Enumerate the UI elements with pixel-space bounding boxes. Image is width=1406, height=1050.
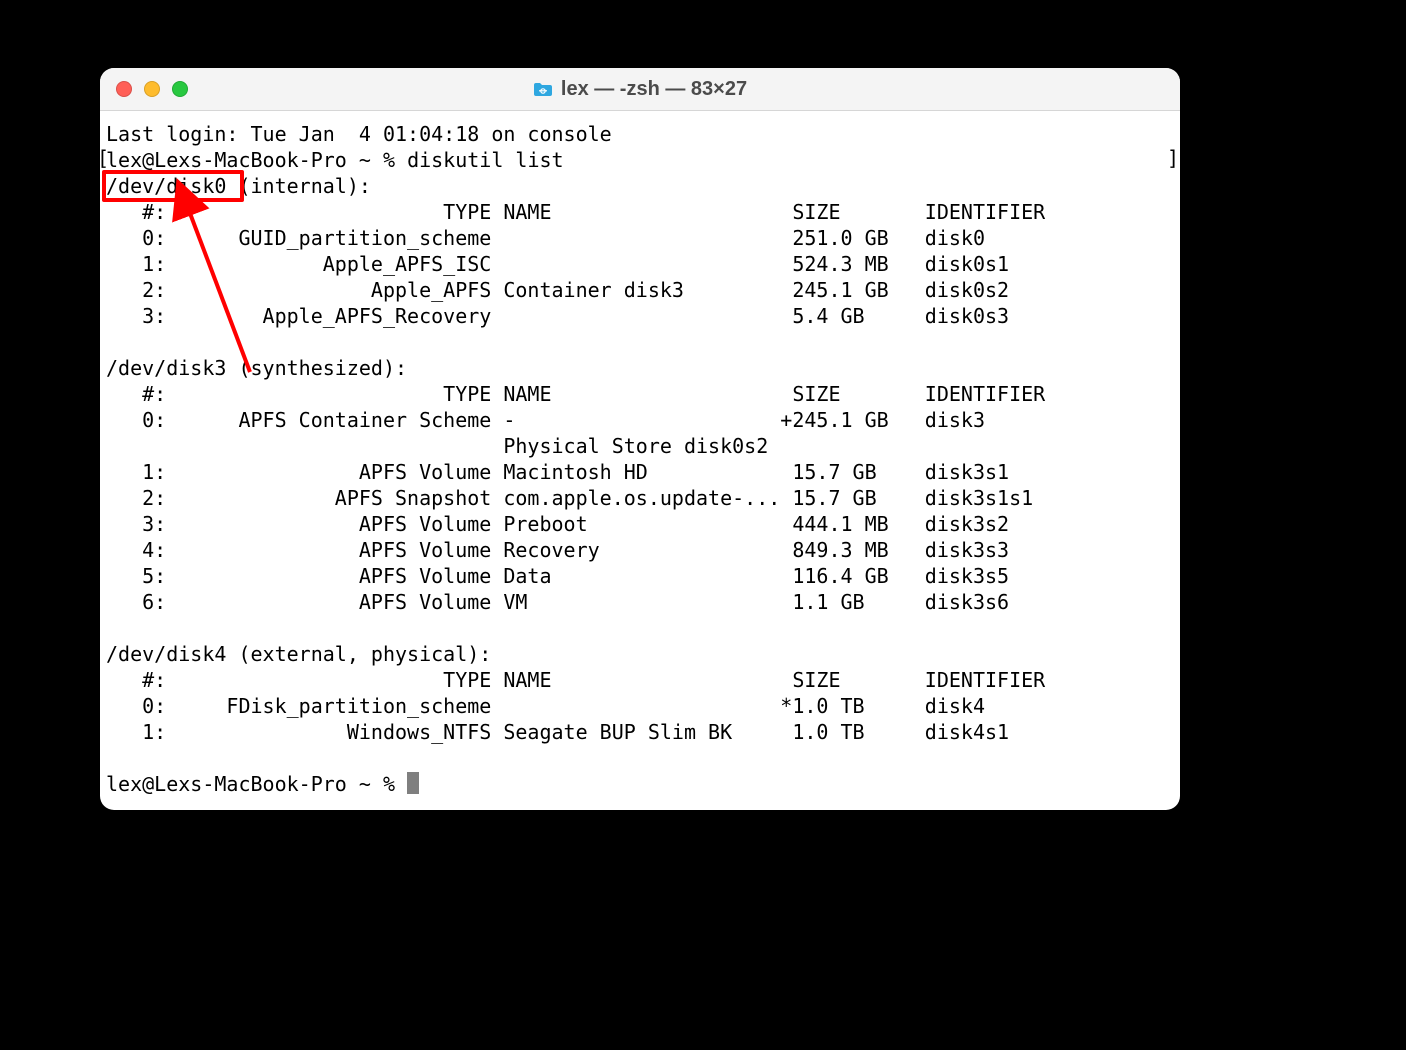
cursor-block — [407, 772, 419, 794]
table-row: 2: APFS Snapshot com.apple.os.update-...… — [106, 486, 1033, 510]
bracket-right-icon: ] — [1167, 145, 1179, 171]
table-row: 0: APFS Container Scheme - +245.1 GB dis… — [106, 408, 985, 432]
table-row: Physical Store disk0s2 — [106, 434, 768, 458]
prompt-line-1: lex@Lexs-MacBook-Pro ~ % diskutil list — [106, 148, 564, 172]
terminal-window: lex — -zsh — 83×27 Last login: Tue Jan 4… — [100, 68, 1180, 810]
window-title: lex — -zsh — 83×27 — [561, 78, 747, 101]
table-row: 6: APFS Volume VM 1.1 GB disk3s6 — [106, 590, 1009, 614]
home-folder-icon — [533, 81, 553, 97]
table-row: 1: Windows_NTFS Seagate BUP Slim BK 1.0 … — [106, 720, 1009, 744]
close-icon[interactable] — [116, 81, 132, 97]
disk4-col-header: #: TYPE NAME SIZE IDENTIFIER — [106, 668, 1045, 692]
disk3-col-header: #: TYPE NAME SIZE IDENTIFIER — [106, 382, 1045, 406]
zoom-icon[interactable] — [172, 81, 188, 97]
arrow-icon — [170, 192, 280, 382]
bracket-left-icon: [ — [100, 145, 109, 171]
table-row: 1: APFS Volume Macintosh HD 15.7 GB disk… — [106, 460, 1009, 484]
minimize-icon[interactable] — [144, 81, 160, 97]
table-row: 3: APFS Volume Preboot 444.1 MB disk3s2 — [106, 512, 1009, 536]
table-row: 4: APFS Volume Recovery 849.3 MB disk3s3 — [106, 538, 1009, 562]
disk4-header: /dev/disk4 (external, physical): — [106, 642, 491, 666]
final-prompt: lex@Lexs-MacBook-Pro ~ % — [106, 772, 407, 796]
titlebar: lex — -zsh — 83×27 — [100, 68, 1180, 111]
last-login-line: Last login: Tue Jan 4 01:04:18 on consol… — [106, 122, 612, 146]
table-row: 5: APFS Volume Data 116.4 GB disk3s5 — [106, 564, 1009, 588]
table-row: 0: FDisk_partition_scheme *1.0 TB disk4 — [106, 694, 985, 718]
